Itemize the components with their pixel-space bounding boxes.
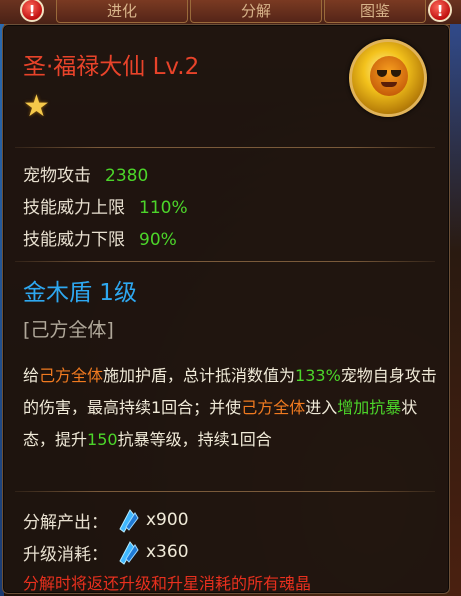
- tab-bar: ! 进化 分解 图鉴 !: [0, 0, 461, 25]
- stat-value: 2380: [105, 166, 149, 186]
- highlight-target: 己方全体: [241, 398, 306, 417]
- stat-label: 技能威力下限: [23, 230, 125, 250]
- stat-row-attack: 宠物攻击 2380: [23, 161, 148, 186]
- right-edge-decoration: [450, 24, 461, 596]
- upgrade-cost-row: 升级消耗： x360: [23, 539, 189, 565]
- skill-target: [己方全体]: [23, 319, 114, 341]
- stat-label: 宠物攻击: [23, 166, 91, 186]
- pet-face-icon: [370, 56, 408, 96]
- tab-evolve[interactable]: 进化: [56, 0, 188, 23]
- stat-row-skill-max: 技能威力上限 110%: [23, 193, 188, 218]
- divider: [15, 491, 435, 492]
- pet-tooltip-panel: 圣·福禄大仙 Lv.2 ★ 宠物攻击 2380 技能威力上限 110% 技能威力下限…: [2, 24, 450, 594]
- alert-icon[interactable]: !: [428, 0, 452, 22]
- tab-decompose[interactable]: 分解: [190, 0, 322, 23]
- soul-crystal-icon: [114, 507, 140, 533]
- star-icon: ★: [23, 89, 50, 124]
- highlight-target: 己方全体: [39, 366, 104, 385]
- cost-value: x900: [146, 510, 189, 530]
- stat-value: 90%: [139, 230, 177, 250]
- decompose-note: 分解时将返还升级和升星消耗的所有魂晶: [23, 574, 312, 593]
- highlight-percent: 133%: [295, 366, 341, 385]
- highlight-value: 150: [87, 430, 118, 449]
- divider: [15, 261, 435, 262]
- divider: [15, 147, 435, 148]
- alert-icon[interactable]: !: [20, 0, 44, 22]
- stat-row-skill-min: 技能威力下限 90%: [23, 225, 177, 250]
- decompose-output-row: 分解产出： x900: [23, 507, 189, 533]
- pet-avatar: [349, 39, 427, 117]
- cost-value: x360: [146, 542, 189, 562]
- stat-value: 110%: [139, 198, 188, 218]
- skill-description: 给己方全体施加护盾，总计抵消数值为133%宠物自身攻击的伤害，最高持续1回合；并…: [23, 366, 437, 449]
- highlight-status: 增加抗暴: [337, 398, 402, 417]
- cost-label: 升级消耗：: [23, 544, 108, 565]
- soul-crystal-icon: [114, 539, 140, 565]
- tab-collection[interactable]: 图鉴: [324, 0, 426, 23]
- stat-label: 技能威力上限: [23, 198, 125, 218]
- pet-name: 圣·福禄大仙 Lv.2: [23, 54, 200, 80]
- cost-label: 分解产出：: [23, 512, 108, 533]
- skill-name: 金木盾 1级: [23, 280, 137, 306]
